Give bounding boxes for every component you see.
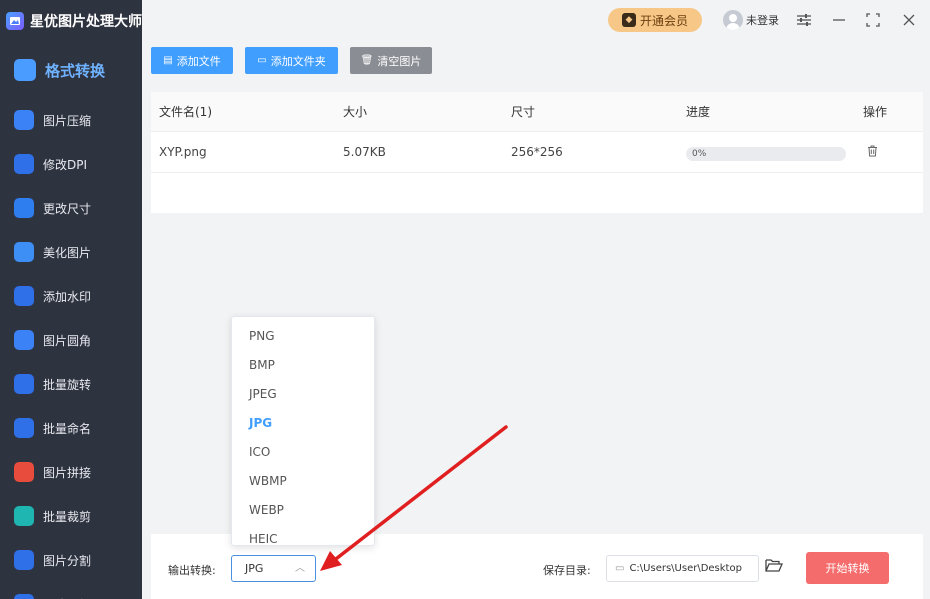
add-folder-label: 添加文件夹 xyxy=(270,54,326,68)
watermark-icon xyxy=(14,286,34,306)
folder-icon: ▭ xyxy=(257,55,267,66)
header-dimensions: 尺寸 xyxy=(511,105,536,119)
format-option[interactable]: BMP xyxy=(232,351,374,380)
sidebar-item-label: 批量命名 xyxy=(43,421,92,436)
crown-icon: ◆ xyxy=(621,13,636,27)
add-file-button[interactable]: ▤ 添加文件 xyxy=(151,47,233,74)
sidebar-item-label: 图片圆角 xyxy=(43,333,92,348)
sidebar: 星优图片处理大师 格式转换图片压缩修改DPI 更改尺寸美化图片添加水印图片圆角批量… xyxy=(0,0,142,599)
header-size: 大小 xyxy=(343,105,368,119)
trash-icon: 🗑 xyxy=(360,55,374,66)
header-progress: 进度 xyxy=(686,105,711,119)
app-title: 星优图片处理大师 xyxy=(30,14,142,30)
start-convert-button[interactable]: 开始转换 xyxy=(806,552,889,584)
user-status: 未登录 xyxy=(746,14,779,27)
folder-outline-icon: ▭ xyxy=(615,563,625,574)
app-logo-icon xyxy=(6,12,24,30)
sidebar-item-label: 修改DPI xyxy=(43,157,88,172)
sidebar-item-watermark[interactable]: 添加水印 xyxy=(0,274,142,318)
rounded-corner-icon xyxy=(14,330,34,350)
browse-folder-icon[interactable] xyxy=(765,558,787,578)
save-path-value: C:\Users\User\Desktop xyxy=(629,563,742,574)
sidebar-item-label: 图片压缩 xyxy=(43,113,92,128)
stitch-icon xyxy=(14,462,34,482)
resize-icon xyxy=(14,198,34,218)
save-path-field[interactable]: ▭ C:\Users\User\Desktop xyxy=(606,555,759,582)
avatar-icon xyxy=(723,10,743,30)
sidebar-item-rotate[interactable]: 批量旋转 xyxy=(0,362,142,406)
format-option[interactable]: JPG xyxy=(232,409,374,438)
sidebar-item-label: 美化图片 xyxy=(43,245,92,260)
format-option[interactable]: JPEG xyxy=(232,380,374,409)
image-icon xyxy=(14,59,36,81)
sidebar-item-label: 批量裁剪 xyxy=(43,509,92,524)
rename-icon xyxy=(14,418,34,438)
output-format-label: 输出转换: xyxy=(168,564,216,577)
start-convert-label: 开始转换 xyxy=(825,562,870,575)
toolbar: ▤ 添加文件 ▭ 添加文件夹 🗑 清空图片 xyxy=(142,40,930,82)
app-brand: 星优图片处理大师 xyxy=(0,0,142,42)
save-dir-label: 保存目录: xyxy=(543,564,591,577)
vip-label: 开通会员 xyxy=(639,13,688,28)
format-option[interactable]: ICO xyxy=(232,438,374,467)
format-option[interactable]: PNG xyxy=(232,322,374,351)
sidebar-item-label: 图片叠加 xyxy=(43,596,91,599)
header-filename: 文件名(1) xyxy=(159,105,212,119)
sidebar-item-label: 图片分割 xyxy=(43,553,92,568)
cell-dimensions: 256*256 xyxy=(511,145,563,159)
format-option[interactable]: HEIC xyxy=(232,525,374,545)
sidebar-item-label: 更改尺寸 xyxy=(43,201,92,216)
close-icon[interactable] xyxy=(898,9,920,31)
sidebar-item-rounded-corner[interactable]: 图片圆角 xyxy=(0,318,142,362)
sidebar-item-label: 格式转换 xyxy=(45,61,106,80)
sidebar-item-compress[interactable]: 图片压缩 xyxy=(0,98,142,142)
crop-icon xyxy=(14,506,34,526)
format-option[interactable]: WBMP xyxy=(232,467,374,496)
beautify-icon xyxy=(14,242,34,262)
cell-filename: XYP.png xyxy=(159,145,207,159)
sidebar-item-split[interactable]: 图片分割 xyxy=(0,538,142,582)
sidebar-item-rename[interactable]: 批量命名 xyxy=(0,406,142,450)
minimize-icon[interactable] xyxy=(828,9,850,31)
file-icon: ▤ xyxy=(163,55,173,66)
output-format-select[interactable]: JPG ︿ xyxy=(231,555,316,582)
sidebar-item-image[interactable]: 格式转换 xyxy=(0,42,142,98)
format-dropdown: PNG BMP JPEG JPG ICO WBMP WEBP HEIC xyxy=(231,316,375,546)
rotate-icon xyxy=(14,374,34,394)
overlay-icon xyxy=(14,594,34,599)
sidebar-item-label: 添加水印 xyxy=(43,289,92,304)
user-login[interactable]: 未登录 xyxy=(723,10,779,30)
sidebar-item-dpi[interactable]: 修改DPI xyxy=(0,142,142,186)
split-icon xyxy=(14,550,34,570)
progress-bar: 0% xyxy=(686,147,846,161)
delete-icon[interactable] xyxy=(867,145,878,160)
compress-icon xyxy=(14,110,34,130)
clear-images-button[interactable]: 🗑 清空图片 xyxy=(350,47,432,74)
progress-text: 0% xyxy=(692,149,707,159)
vip-button[interactable]: ◆ 开通会员 xyxy=(608,8,702,32)
table-header: 文件名(1) 大小 尺寸 进度 操作 xyxy=(151,92,923,132)
sidebar-item-resize[interactable]: 更改尺寸 xyxy=(0,186,142,230)
maximize-icon[interactable] xyxy=(862,9,884,31)
sidebar-item-beautify[interactable]: 美化图片 xyxy=(0,230,142,274)
settings-sliders-icon[interactable] xyxy=(793,9,815,31)
sidebar-item-overlay[interactable]: 图片叠加 xyxy=(0,582,142,599)
sidebar-item-stitch[interactable]: 图片拼接 xyxy=(0,450,142,494)
sidebar-item-crop[interactable]: 批量裁剪 xyxy=(0,494,142,538)
file-table: 文件名(1) 大小 尺寸 进度 操作 XYP.png 5.07KB 256*25… xyxy=(151,92,923,213)
dpi-icon xyxy=(14,154,34,174)
clear-images-label: 清空图片 xyxy=(377,54,422,68)
output-format-value: JPG xyxy=(245,562,264,575)
sidebar-item-label: 批量旋转 xyxy=(43,377,92,392)
format-option[interactable]: WEBP xyxy=(232,496,374,525)
cell-size: 5.07KB xyxy=(343,145,386,159)
chevron-up-icon: ︿ xyxy=(295,563,305,574)
sidebar-item-label: 图片拼接 xyxy=(43,465,92,480)
add-file-label: 添加文件 xyxy=(176,54,221,68)
header-action: 操作 xyxy=(863,105,888,119)
title-bar: ◆ 开通会员 未登录 xyxy=(142,0,930,40)
add-folder-button[interactable]: ▭ 添加文件夹 xyxy=(245,47,338,74)
